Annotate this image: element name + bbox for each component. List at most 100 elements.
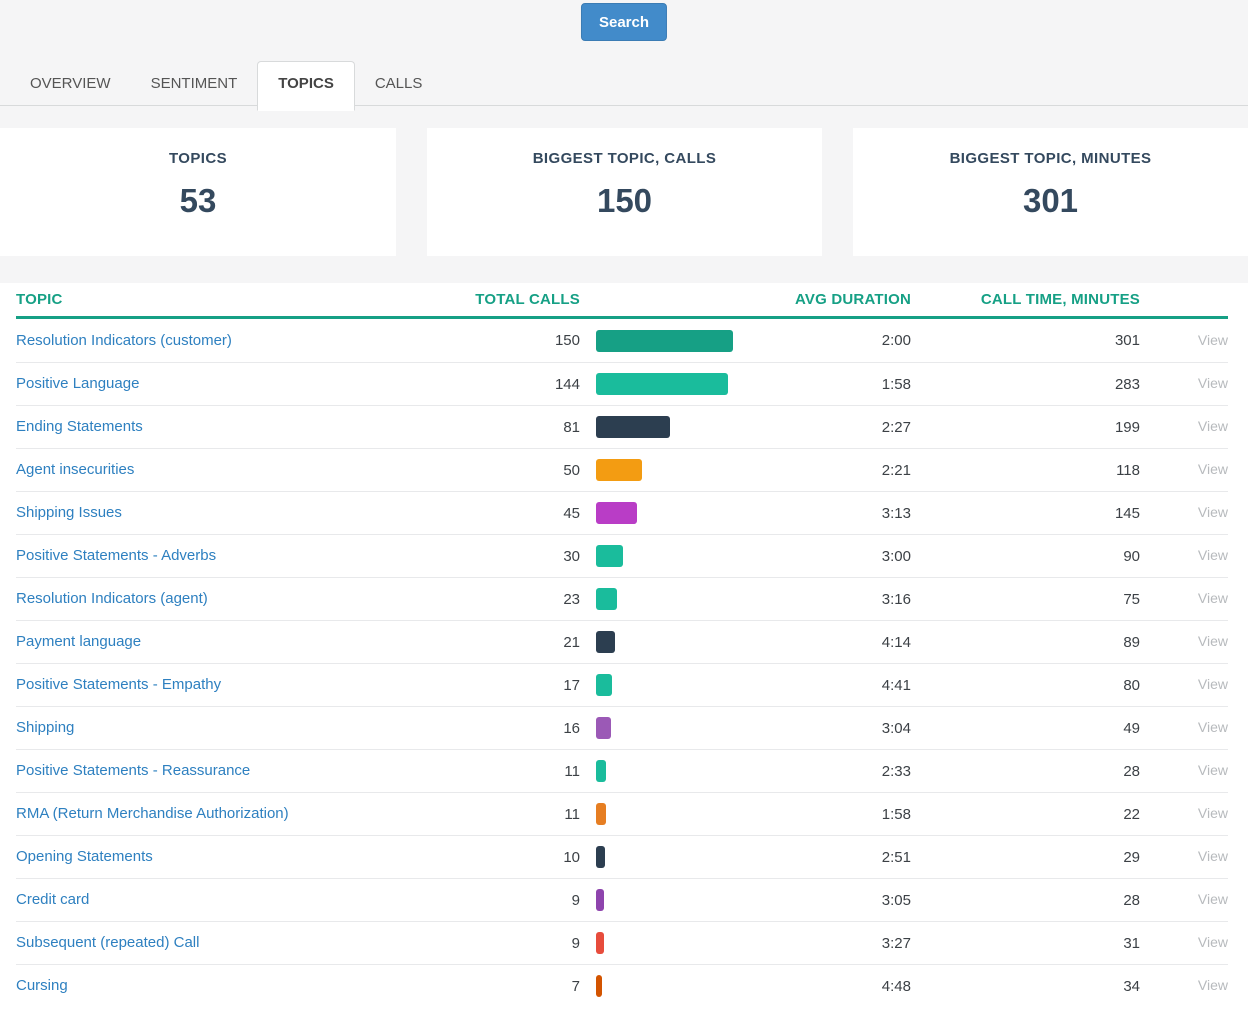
- view-cell: View: [1140, 461, 1228, 479]
- total-calls-value: 17: [456, 677, 580, 694]
- topic-link[interactable]: Cursing: [16, 977, 68, 994]
- view-link[interactable]: View: [1198, 762, 1228, 778]
- column-header-topic: TOPIC: [16, 291, 456, 308]
- avg-duration-value: 1:58: [746, 806, 911, 823]
- topic-link[interactable]: Payment language: [16, 633, 141, 650]
- view-cell: View: [1140, 891, 1228, 909]
- calls-bar-cell: [580, 545, 746, 567]
- topic-link[interactable]: Agent insecurities: [16, 461, 134, 478]
- view-link[interactable]: View: [1198, 504, 1228, 520]
- stat-card-value: 301: [853, 182, 1248, 220]
- calls-bar: [596, 717, 611, 739]
- view-link[interactable]: View: [1198, 590, 1228, 606]
- view-cell: View: [1140, 418, 1228, 436]
- topic-link[interactable]: RMA (Return Merchandise Authorization): [16, 805, 289, 822]
- view-link[interactable]: View: [1198, 418, 1228, 434]
- topic-cell: Positive Statements - Adverbs: [16, 547, 456, 565]
- calls-bar-cell: [580, 416, 746, 438]
- table-body: Resolution Indicators (customer)1502:003…: [16, 319, 1228, 1007]
- topic-link[interactable]: Opening Statements: [16, 848, 153, 865]
- calls-bar-cell: [580, 803, 746, 825]
- avg-duration-value: 3:16: [746, 591, 911, 608]
- tab-topics[interactable]: TOPICS: [257, 61, 355, 111]
- view-cell: View: [1140, 504, 1228, 522]
- view-link[interactable]: View: [1198, 547, 1228, 563]
- topic-link[interactable]: Positive Statements - Reassurance: [16, 762, 250, 779]
- avg-duration-value: 2:27: [746, 419, 911, 436]
- view-link[interactable]: View: [1198, 805, 1228, 821]
- calls-bar: [596, 760, 606, 782]
- total-calls-value: 10: [456, 849, 580, 866]
- view-link[interactable]: View: [1198, 375, 1228, 391]
- topic-cell: Credit card: [16, 891, 456, 909]
- total-calls-value: 9: [456, 935, 580, 952]
- topic-link[interactable]: Shipping Issues: [16, 504, 122, 521]
- view-link[interactable]: View: [1198, 719, 1228, 735]
- view-cell: View: [1140, 676, 1228, 694]
- view-link[interactable]: View: [1198, 934, 1228, 950]
- calls-bar: [596, 631, 615, 653]
- calls-bar-cell: [580, 502, 746, 524]
- tab-calls[interactable]: CALLS: [355, 62, 443, 105]
- topic-link[interactable]: Shipping: [16, 719, 74, 736]
- calls-bar: [596, 846, 605, 868]
- stat-card-value: 150: [427, 182, 822, 220]
- view-link[interactable]: View: [1198, 977, 1228, 993]
- stat-card-label: BIGGEST TOPIC, CALLS: [427, 150, 822, 167]
- topic-cell: Resolution Indicators (customer): [16, 332, 456, 350]
- tab-overview[interactable]: OVERVIEW: [10, 62, 131, 105]
- topic-link[interactable]: Credit card: [16, 891, 89, 908]
- view-link[interactable]: View: [1198, 676, 1228, 692]
- view-cell: View: [1140, 719, 1228, 737]
- topic-link[interactable]: Resolution Indicators (customer): [16, 332, 232, 349]
- view-link[interactable]: View: [1198, 633, 1228, 649]
- table-row: Opening Statements102:5129View: [16, 835, 1228, 878]
- table-row: Positive Statements - Adverbs303:0090Vie…: [16, 534, 1228, 577]
- topic-link[interactable]: Positive Language: [16, 375, 139, 392]
- view-link[interactable]: View: [1198, 332, 1228, 348]
- topic-link[interactable]: Positive Statements - Empathy: [16, 676, 221, 693]
- stat-card-label: BIGGEST TOPIC, MINUTES: [853, 150, 1248, 167]
- view-link[interactable]: View: [1198, 848, 1228, 864]
- stat-card-biggest-topic-minutes: BIGGEST TOPIC, MINUTES 301: [853, 128, 1248, 256]
- call-time-minutes-value: 28: [911, 892, 1140, 909]
- topic-link[interactable]: Resolution Indicators (agent): [16, 590, 208, 607]
- avg-duration-value: 3:04: [746, 720, 911, 737]
- topic-cell: Ending Statements: [16, 418, 456, 436]
- call-time-minutes-value: 22: [911, 806, 1140, 823]
- topic-cell: Shipping Issues: [16, 504, 456, 522]
- call-time-minutes-value: 118: [911, 462, 1140, 479]
- call-time-minutes-value: 34: [911, 978, 1140, 995]
- calls-bar-cell: [580, 889, 746, 911]
- avg-duration-value: 4:48: [746, 978, 911, 995]
- topic-link[interactable]: Ending Statements: [16, 418, 143, 435]
- view-cell: View: [1140, 590, 1228, 608]
- stat-card-biggest-topic-calls: BIGGEST TOPIC, CALLS 150: [427, 128, 822, 256]
- calls-bar: [596, 975, 602, 997]
- topic-link[interactable]: Subsequent (repeated) Call: [16, 934, 199, 951]
- topic-link[interactable]: Positive Statements - Adverbs: [16, 547, 216, 564]
- topic-cell: Agent insecurities: [16, 461, 456, 479]
- topic-cell: Opening Statements: [16, 848, 456, 866]
- table-row: Ending Statements812:27199View: [16, 405, 1228, 448]
- topic-cell: RMA (Return Merchandise Authorization): [16, 805, 456, 823]
- calls-bar-cell: [580, 975, 746, 997]
- call-time-minutes-value: 301: [911, 332, 1140, 349]
- view-link[interactable]: View: [1198, 891, 1228, 907]
- table-row: Shipping163:0449View: [16, 706, 1228, 749]
- view-link[interactable]: View: [1198, 461, 1228, 477]
- calls-bar: [596, 803, 606, 825]
- avg-duration-value: 4:41: [746, 677, 911, 694]
- calls-bar: [596, 674, 612, 696]
- calls-bar: [596, 416, 670, 438]
- column-header-total-calls: TOTAL CALLS: [456, 291, 580, 308]
- stat-card-value: 53: [0, 182, 396, 220]
- tab-sentiment[interactable]: SENTIMENT: [131, 62, 258, 105]
- stat-card-topics: TOPICS 53: [0, 128, 396, 256]
- table-row: Payment language214:1489View: [16, 620, 1228, 663]
- total-calls-value: 11: [456, 763, 580, 780]
- table-row: Resolution Indicators (customer)1502:003…: [16, 319, 1228, 362]
- call-time-minutes-value: 31: [911, 935, 1140, 952]
- search-button[interactable]: Search: [581, 3, 667, 41]
- topic-cell: Positive Language: [16, 375, 456, 393]
